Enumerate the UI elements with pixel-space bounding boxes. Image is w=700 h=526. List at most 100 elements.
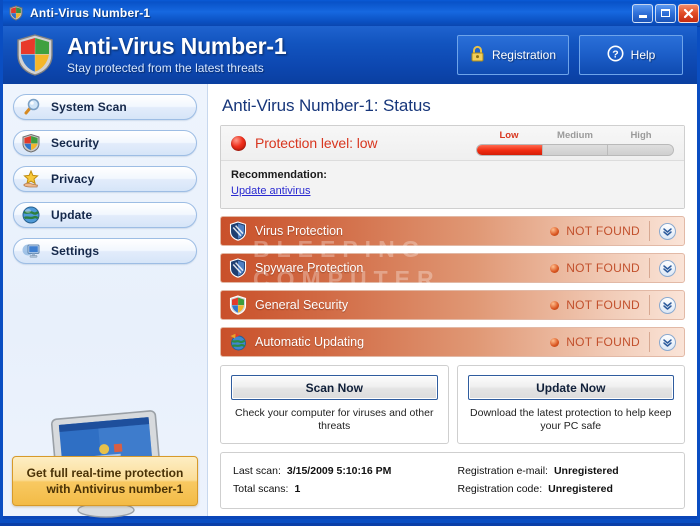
window-title: Anti-Virus Number-1	[30, 6, 151, 20]
recommendation-label: Recommendation:	[231, 169, 327, 181]
sidebar-item-privacy[interactable]: Privacy	[13, 166, 197, 192]
registration-code-value: Unregistered	[548, 483, 613, 495]
divider	[649, 221, 650, 241]
svg-text:?: ?	[612, 48, 618, 60]
sidebar-item-label: Settings	[51, 244, 100, 258]
scan-card: Scan Now Check your computer for viruses…	[220, 365, 449, 444]
gauge-track	[476, 144, 674, 156]
close-button[interactable]	[678, 3, 699, 23]
color-shield-icon	[229, 295, 247, 315]
divider	[649, 295, 650, 315]
app-body: System Scan Security Privacy Update Sett…	[3, 84, 697, 518]
promo-banner[interactable]: Get full real-time protection with Antiv…	[12, 456, 198, 506]
sidebar-nav: System Scan Security Privacy Update Sett…	[3, 84, 207, 264]
sidebar-item-label: Update	[51, 208, 93, 222]
sidebar-item-label: Privacy	[51, 172, 95, 186]
app-title: Anti-Virus Number-1	[67, 33, 287, 59]
registration-email-line: Registration e-mail: Unregistered	[458, 462, 673, 480]
registration-code-line: Registration code: Unregistered	[458, 480, 673, 498]
update-card: Update Now Download the latest protectio…	[456, 365, 685, 444]
action-cards: Scan Now Check your computer for viruses…	[220, 365, 685, 444]
status-row-name: Virus Protection	[255, 224, 344, 238]
gauge-labels: Low Medium High	[476, 130, 674, 143]
last-scan-line: Last scan: 3/15/2009 5:10:16 PM	[233, 462, 448, 480]
sidebar-item-label: System Scan	[51, 100, 127, 114]
recommendation-area: Recommendation: Update antivirus	[221, 161, 684, 208]
status-row[interactable]: Virus Protection NOT FOUND	[220, 216, 685, 246]
chevron-double-down-icon[interactable]	[659, 259, 676, 277]
app-header: Anti-Virus Number-1 Stay protected from …	[3, 26, 697, 84]
magnifier-icon	[21, 97, 41, 117]
help-button[interactable]: ? Help	[579, 35, 683, 75]
protection-level-gauge: Low Medium High	[476, 130, 674, 156]
chevron-double-down-icon[interactable]	[659, 333, 676, 351]
registration-button-label: Registration	[491, 48, 556, 62]
divider	[649, 258, 650, 278]
sidebar-item-system-scan[interactable]: System Scan	[13, 94, 197, 120]
shield-icon	[21, 133, 41, 153]
chevron-double-down-icon[interactable]	[659, 222, 676, 240]
gauge-segment-low	[477, 145, 543, 155]
sidebar-item-security[interactable]: Security	[13, 130, 197, 156]
update-antivirus-link[interactable]: Update antivirus	[231, 185, 311, 197]
gauge-label-high: High	[630, 130, 652, 141]
scan-now-button[interactable]: Scan Now	[231, 375, 438, 400]
app-subtitle: Stay protected from the latest threats	[67, 61, 264, 75]
globe-update-icon	[229, 332, 247, 352]
status-dot-icon	[550, 337, 560, 347]
registration-email-label: Registration e-mail:	[457, 465, 548, 477]
promo-text: Get full real-time protection with Antiv…	[19, 465, 192, 497]
total-scans-label: Total scans:	[233, 483, 289, 495]
status-row-status: NOT FOUND	[566, 261, 640, 275]
maximize-button[interactable]	[655, 3, 676, 23]
header-actions: Registration ? Help	[456, 35, 683, 75]
minimize-button[interactable]	[632, 3, 653, 23]
last-scan-value: 3/15/2009 5:10:16 PM	[286, 465, 392, 477]
status-row[interactable]: Automatic Updating NOT FOUND	[220, 327, 685, 357]
status-row-right: NOT FOUND	[550, 254, 684, 282]
registration-info-column: Registration e-mail: Unregistered Regist…	[448, 462, 673, 498]
last-scan-label: Last scan:	[233, 465, 281, 477]
total-scans-value: 1	[294, 483, 301, 495]
blue-shield-icon	[229, 258, 247, 278]
sidebar-item-settings[interactable]: Settings	[13, 238, 197, 264]
status-dot-icon	[550, 226, 560, 236]
sidebar-item-label: Security	[51, 136, 100, 150]
app-logo-shield-icon	[15, 33, 55, 77]
status-row-status: NOT FOUND	[566, 335, 640, 349]
status-dot-icon	[550, 300, 560, 310]
update-description: Download the latest protection to help k…	[470, 407, 672, 432]
registration-button[interactable]: Registration	[456, 35, 569, 75]
registration-code-label: Registration code:	[457, 483, 543, 495]
status-row[interactable]: General Security NOT FOUND	[220, 290, 685, 320]
promo-line-1: Get full real-time protection	[26, 466, 184, 480]
shield-icon	[8, 5, 24, 21]
monitor-gear-icon	[21, 241, 41, 261]
status-row-name: General Security	[255, 298, 349, 312]
scan-description: Check your computer for viruses and othe…	[235, 407, 434, 432]
page-title: Anti-Virus Number-1: Status	[222, 96, 431, 115]
promo-line-2: with Antivirus number-1	[46, 482, 184, 496]
sidebar-item-update[interactable]: Update	[13, 202, 197, 228]
red-dot-icon	[231, 135, 246, 151]
gauge-segment-high	[608, 145, 673, 155]
status-dot-icon	[550, 263, 560, 273]
star-hand-icon	[21, 169, 41, 189]
update-now-button[interactable]: Update Now	[467, 375, 674, 400]
divider	[649, 332, 650, 352]
status-row-name: Automatic Updating	[255, 335, 365, 349]
status-row-right: NOT FOUND	[550, 328, 684, 356]
sidebar: System Scan Security Privacy Update Sett…	[3, 84, 208, 518]
chevron-double-down-icon[interactable]	[659, 296, 676, 314]
gauge-segment-medium	[542, 145, 609, 155]
window-controls	[632, 3, 699, 23]
scan-info-column: Last scan: 3/15/2009 5:10:16 PM Total sc…	[233, 462, 448, 498]
status-row-right: NOT FOUND	[550, 217, 684, 245]
blue-shield-icon	[229, 221, 247, 241]
protection-panel: Protection level: low Low Medium High Re…	[220, 125, 685, 209]
total-scans-line: Total scans: 1	[233, 480, 448, 498]
status-row-name: Spyware Protection	[255, 261, 364, 275]
protection-level-title: Protection level: low	[255, 135, 378, 151]
globe-icon	[21, 205, 41, 225]
status-row[interactable]: Spyware Protection NOT FOUND	[220, 253, 685, 283]
